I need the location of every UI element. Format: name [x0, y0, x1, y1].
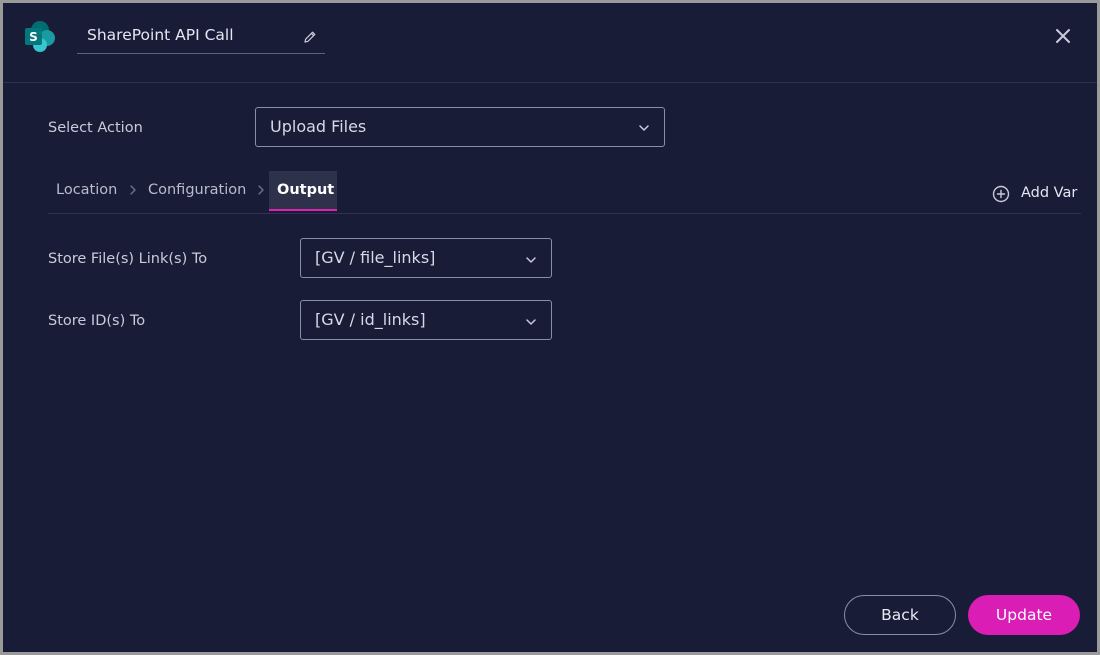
tabs-divider [48, 213, 1081, 214]
update-button[interactable]: Update [968, 595, 1080, 635]
sharepoint-logo-icon: S [25, 21, 55, 52]
dialog-title-field[interactable]: SharePoint API Call [77, 21, 325, 54]
close-icon[interactable] [1054, 27, 1072, 45]
store-file-links-label: Store File(s) Link(s) To [48, 251, 208, 267]
store-ids-dropdown[interactable]: [GV / id_links] [300, 300, 552, 340]
dialog-header: S SharePoint API Call [3, 3, 1097, 83]
store-file-links-dropdown[interactable]: [GV / file_links] [300, 238, 552, 278]
logo-letter: S [29, 30, 38, 44]
tab-location-label: Location [56, 182, 118, 198]
chevron-down-icon [639, 125, 649, 131]
store-file-links-value: [GV / file_links] [315, 248, 436, 267]
select-action-dropdown[interactable]: Upload Files [255, 107, 665, 147]
chevron-down-icon [526, 257, 536, 263]
select-action-label: Select Action [48, 120, 143, 136]
tab-configuration-label: Configuration [148, 182, 247, 198]
select-action-value: Upload Files [270, 117, 367, 136]
tab-configuration[interactable]: Configuration [140, 171, 252, 211]
add-var-label: Add Var [1021, 185, 1078, 201]
sharepoint-dialog: S SharePoint API Call Select Action Uplo… [3, 3, 1097, 652]
tab-location[interactable]: Location [48, 171, 128, 211]
tab-output[interactable]: Output [269, 171, 337, 211]
dialog-title: SharePoint API Call [87, 26, 234, 44]
chevron-down-icon [526, 319, 536, 325]
plus-circle-icon [992, 185, 1010, 203]
tab-output-label: Output [277, 182, 335, 198]
store-ids-value: [GV / id_links] [315, 310, 426, 329]
chevron-right-icon [258, 185, 264, 195]
chevron-right-icon [130, 185, 136, 195]
back-button[interactable]: Back [844, 595, 956, 635]
pencil-icon[interactable] [303, 30, 317, 44]
store-ids-label: Store ID(s) To [48, 313, 146, 329]
